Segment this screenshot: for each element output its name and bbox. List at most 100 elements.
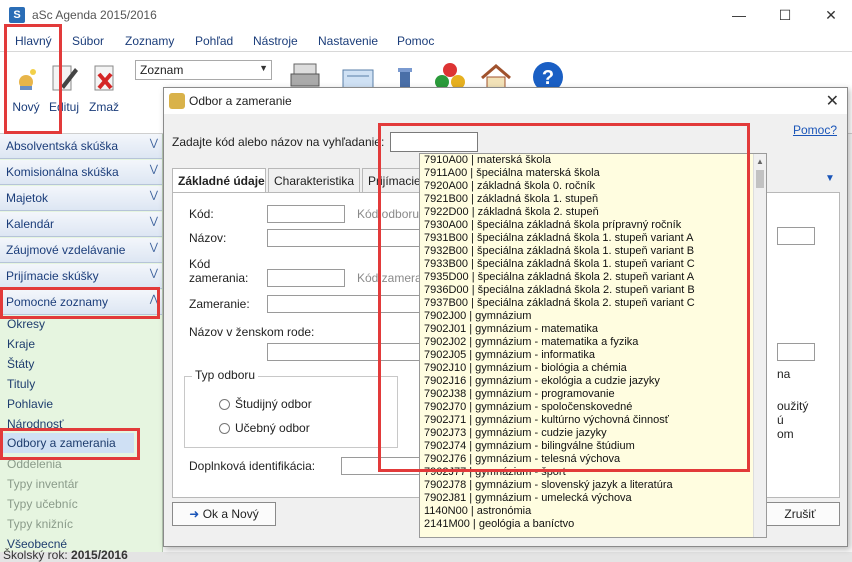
dropdown-item[interactable]: 7910A00 | materská škola bbox=[420, 154, 754, 167]
delete-button[interactable]: Zmaž bbox=[84, 60, 124, 114]
kod-zamerania-input[interactable] bbox=[267, 269, 345, 287]
sidebar-header-absolventska[interactable]: Absolventská skúška ⋁ bbox=[0, 134, 162, 159]
sidebar-item-odbory[interactable]: Odbory a zamerania bbox=[2, 433, 134, 453]
sidebar-header-prijimacie[interactable]: Prijímacie skúšky ⋁ bbox=[0, 264, 162, 289]
zameranie-input[interactable] bbox=[267, 295, 427, 313]
dropdown-item[interactable]: 7902J81 | gymnázium - umelecká výchova bbox=[420, 492, 754, 505]
dropdown-item[interactable]: 7902J70 | gymnázium - spoločenskovedné bbox=[420, 401, 754, 414]
dropdown-item[interactable]: 7937B00 | špeciálna základná škola 2. st… bbox=[420, 297, 754, 310]
dropdown-item[interactable]: 7902J01 | gymnázium - matematika bbox=[420, 323, 754, 336]
status-bar: Školský rok: 2015/2016 bbox=[0, 548, 852, 562]
sidebar-item-oddelenia[interactable]: Oddelenia bbox=[7, 457, 62, 471]
sidebar-item-kraje[interactable]: Kraje bbox=[7, 337, 35, 351]
dropdown-item[interactable]: 7911A00 | špeciálna materská škola bbox=[420, 167, 754, 180]
sidebar-item-pohlavie[interactable]: Pohlavie bbox=[7, 397, 53, 411]
dropdown-item[interactable]: 7921B00 | základná škola 1. stupeň bbox=[420, 193, 754, 206]
menu-nastroje[interactable]: Nástroje bbox=[253, 34, 298, 48]
radio-studijny[interactable] bbox=[219, 399, 230, 410]
nazov-zensky-label: Názov v ženskom rode: bbox=[189, 325, 315, 339]
kod-input[interactable] bbox=[267, 205, 345, 223]
dropdown-item[interactable]: 7936D00 | špeciálna základná škola 2. st… bbox=[420, 284, 754, 297]
dropdown-item[interactable]: 7933B00 | špeciálna základná škola 1. st… bbox=[420, 258, 754, 271]
tab-charakteristika[interactable]: Charakteristika bbox=[268, 168, 360, 192]
dropdown-item[interactable]: 2141M00 | geológia a baníctvo bbox=[420, 518, 754, 531]
menu-nastavenie[interactable]: Nastavenie bbox=[318, 34, 378, 48]
kod-zamerania-label-2: zamerania: bbox=[189, 271, 249, 285]
zameranie-label: Zameranie: bbox=[189, 297, 250, 311]
dropdown-item[interactable]: 7902J02 | gymnázium - matematika a fyzik… bbox=[420, 336, 754, 349]
right-fragment-1: na bbox=[777, 367, 791, 381]
dropdown-item[interactable]: 7902J00 | gymnázium bbox=[420, 310, 754, 323]
minimize-button[interactable]: — bbox=[716, 0, 762, 30]
ucebny-label: Učebný odbor bbox=[235, 421, 310, 435]
help-link[interactable]: Pomoc? bbox=[793, 123, 837, 137]
nazov-input[interactable] bbox=[267, 229, 427, 247]
right-fragment-4: om bbox=[777, 427, 794, 441]
right-input-1[interactable] bbox=[777, 227, 815, 245]
cancel-button[interactable]: Zrušiť bbox=[760, 502, 840, 526]
sidebar-item-typy-ucebnic[interactable]: Typy učebníc bbox=[7, 497, 78, 511]
code-dropdown-list[interactable]: 7910A00 | materská škola 7911A00 | špeciá… bbox=[419, 153, 767, 538]
dropdown-item[interactable]: 7902J77 | gymnázium - šport bbox=[420, 466, 754, 479]
maximize-button[interactable]: ☐ bbox=[762, 0, 808, 30]
sidebar-header-zaujmove[interactable]: Záujmové vzdelávanie ⋁ bbox=[0, 238, 162, 263]
menu-pohlad[interactable]: Pohľad bbox=[195, 34, 233, 48]
close-icon[interactable]: ✕ bbox=[826, 91, 839, 111]
scroll-thumb[interactable] bbox=[756, 170, 764, 188]
right-input-2[interactable] bbox=[777, 343, 815, 361]
dropdown-item[interactable]: 7902J10 | gymnázium - biológia a chémia bbox=[420, 362, 754, 375]
sidebar-header-kalendar[interactable]: Kalendár ⋁ bbox=[0, 212, 162, 237]
dropdown-item[interactable]: 7932B00 | špeciálna základná škola 1. st… bbox=[420, 245, 754, 258]
dropdown-item[interactable]: 7902J74 | gymnázium - bilingválne štúdiu… bbox=[420, 440, 754, 453]
chevron-down-icon: ⋁ bbox=[149, 216, 158, 227]
sidebar-header-pomocne[interactable]: Pomocné zoznamy ⋀ bbox=[0, 290, 162, 315]
menu-pomoc[interactable]: Pomoc bbox=[397, 34, 434, 48]
doplnkova-input[interactable] bbox=[341, 457, 427, 475]
radio-ucebny[interactable] bbox=[219, 423, 230, 434]
dropdown-scrollbar[interactable]: ▲ bbox=[753, 154, 766, 537]
new-button[interactable]: Nový bbox=[6, 60, 46, 114]
dropdown-item[interactable]: 7902J05 | gymnázium - informatika bbox=[420, 349, 754, 362]
dropdown-item[interactable]: 7902J73 | gymnázium - cudzie jazyky bbox=[420, 427, 754, 440]
scroll-up-icon[interactable]: ▲ bbox=[756, 157, 764, 166]
sidebar-item-typy-inventar[interactable]: Typy inventár bbox=[7, 477, 78, 491]
nazov-zensky-input[interactable] bbox=[267, 343, 427, 361]
sidebar-item-staty[interactable]: Štáty bbox=[7, 357, 34, 371]
panel-collapse-icon[interactable]: ▼ bbox=[825, 173, 835, 184]
menu-zoznamy[interactable]: Zoznamy bbox=[125, 34, 174, 48]
sidebar-header-label: Majetok bbox=[6, 191, 49, 205]
dropdown-item[interactable]: 7920A00 | základná škola 0. ročník bbox=[420, 180, 754, 193]
dropdown-item[interactable]: 7902J76 | gymnázium - telesná výchova bbox=[420, 453, 754, 466]
sidebar-item-okresy[interactable]: Okresy bbox=[7, 317, 45, 331]
sidebar-item-typy-kniznic[interactable]: Typy knižníc bbox=[7, 517, 73, 531]
sidebar-item-narodnost[interactable]: Národnosť bbox=[7, 417, 64, 431]
sidebar-item-tituly[interactable]: Tituly bbox=[7, 377, 35, 391]
menu-subor[interactable]: Súbor bbox=[72, 34, 104, 48]
search-input[interactable] bbox=[390, 132, 478, 152]
menu-hlavny[interactable]: Hlavný bbox=[15, 34, 52, 48]
view-combo[interactable]: Zoznam ▼ bbox=[135, 60, 272, 80]
new-icon bbox=[11, 60, 41, 94]
dropdown-item[interactable]: 7902J71 | gymnázium - kultúrno výchovná … bbox=[420, 414, 754, 427]
tab-zakladne[interactable]: Základné údaje bbox=[172, 168, 266, 193]
dropdown-item[interactable]: 1140N00 | astronómia bbox=[420, 505, 754, 518]
sidebar-header-label: Komisionálna skúška bbox=[6, 165, 119, 179]
dropdown-item[interactable]: 7930A00 | špeciálna základná škola prípr… bbox=[420, 219, 754, 232]
dropdown-item[interactable]: 7922D00 | základná škola 2. stupeň bbox=[420, 206, 754, 219]
dropdown-item[interactable]: 7935D00 | špeciálna základná škola 2. st… bbox=[420, 271, 754, 284]
sidebar-header-komisionalna[interactable]: Komisionálna skúška ⋁ bbox=[0, 160, 162, 185]
nazov-label: Názov: bbox=[189, 231, 227, 245]
title-bar: S aSc Agenda 2015/2016 — ☐ ✕ bbox=[0, 0, 852, 30]
ok-new-button[interactable]: ➜ Ok a Nový bbox=[172, 502, 276, 526]
sidebar-header-majetok[interactable]: Majetok ⋁ bbox=[0, 186, 162, 211]
typ-odboru-group: Typ odboru Študijný odbor Učebný odbor bbox=[184, 368, 398, 448]
close-window-button[interactable]: ✕ bbox=[808, 0, 852, 30]
edit-button[interactable]: Edituj bbox=[44, 60, 84, 114]
dropdown-item[interactable]: 7902J78 | gymnázium - slovenský jazyk a … bbox=[420, 479, 754, 492]
dialog-title: Odbor a zameranie bbox=[189, 94, 292, 108]
dropdown-item[interactable]: 7902J38 | gymnázium - programovanie bbox=[420, 388, 754, 401]
dropdown-item[interactable]: 7902J16 | gymnázium - ekológia a cudzie … bbox=[420, 375, 754, 388]
menu-bar: Hlavný Súbor Zoznamy Pohľad Nástroje Nas… bbox=[0, 30, 852, 52]
dropdown-items: 7910A00 | materská škola 7911A00 | špeciá… bbox=[420, 154, 754, 537]
dropdown-item[interactable]: 7931B00 | špeciálna základná škola 1. st… bbox=[420, 232, 754, 245]
